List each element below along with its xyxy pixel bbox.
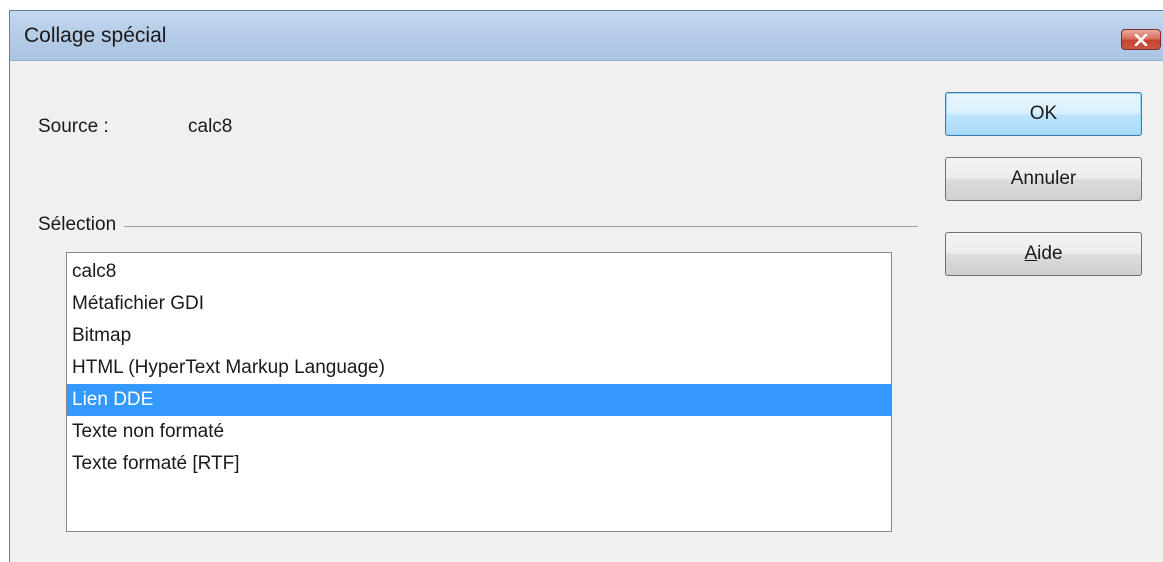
list-item-selected[interactable]: Lien DDE xyxy=(67,384,891,416)
format-listbox[interactable]: calc8 Métafichier GDI Bitmap HTML (Hyper… xyxy=(66,252,892,532)
help-label: ide xyxy=(1037,243,1063,264)
close-icon xyxy=(1134,33,1148,46)
list-item[interactable]: Métafichier GDI xyxy=(67,288,891,320)
cancel-button[interactable]: Annuler xyxy=(945,157,1142,201)
list-item[interactable]: Texte formaté [RTF] xyxy=(67,448,891,480)
list-item[interactable]: Texte non formaté xyxy=(67,416,891,448)
source-label: Source : xyxy=(38,116,109,137)
list-item[interactable]: Bitmap xyxy=(67,320,891,352)
paste-special-dialog: Collage spécial Source : calc8 Sélection… xyxy=(9,10,1163,562)
help-mnemonic: A xyxy=(1024,243,1038,264)
dialog-body: Source : calc8 Sélection calc8 Métafichi… xyxy=(10,61,1163,562)
selection-label: Sélection xyxy=(38,214,125,236)
dialog-title: Collage spécial xyxy=(24,24,167,47)
selection-divider xyxy=(38,226,918,227)
selection-group: Sélection xyxy=(38,214,918,240)
list-item[interactable]: calc8 xyxy=(67,256,891,288)
ok-button[interactable]: OK xyxy=(945,92,1142,136)
source-value: calc8 xyxy=(188,116,233,137)
list-item[interactable]: HTML (HyperText Markup Language) xyxy=(67,352,891,384)
close-button[interactable] xyxy=(1121,29,1161,50)
title-bar[interactable]: Collage spécial xyxy=(10,11,1163,61)
help-button[interactable]: Aide xyxy=(945,232,1142,276)
